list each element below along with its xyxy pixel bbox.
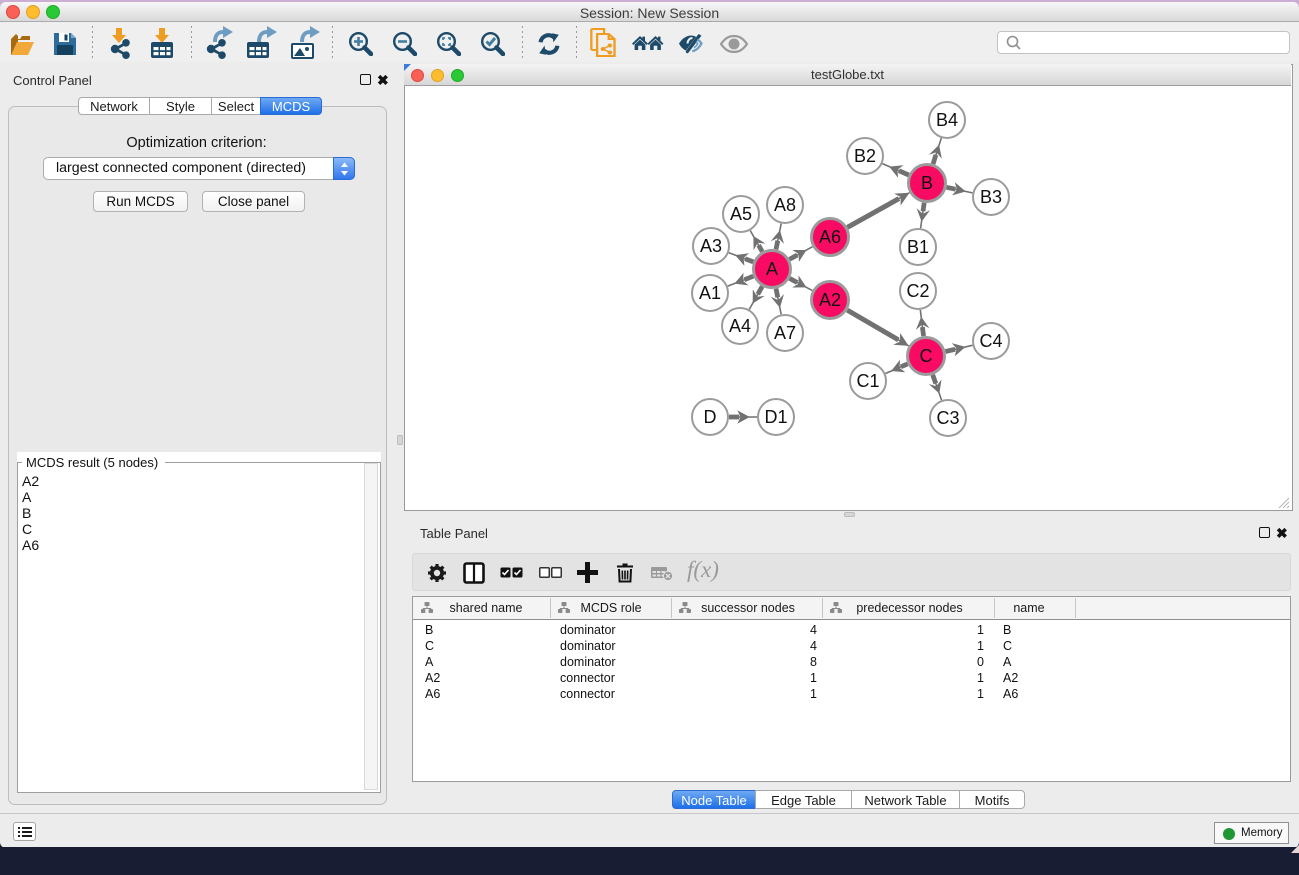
svg-text:D1: D1 [764, 407, 787, 427]
svg-text:C3: C3 [936, 408, 959, 428]
svg-text:A: A [766, 259, 778, 279]
svg-text:B2: B2 [854, 146, 876, 166]
svg-text:A2: A2 [819, 290, 841, 310]
svg-text:C1: C1 [856, 371, 879, 391]
svg-text:D: D [704, 407, 717, 427]
svg-text:B4: B4 [936, 110, 958, 130]
svg-text:A5: A5 [730, 204, 752, 224]
svg-text:A3: A3 [700, 236, 722, 256]
svg-text:C: C [920, 346, 933, 366]
svg-text:A6: A6 [819, 227, 841, 247]
svg-text:B1: B1 [907, 237, 929, 257]
svg-text:B3: B3 [980, 187, 1002, 207]
svg-text:B: B [921, 173, 933, 193]
svg-text:A8: A8 [774, 195, 796, 215]
svg-text:C2: C2 [906, 281, 929, 301]
svg-text:A4: A4 [729, 316, 751, 336]
svg-text:A1: A1 [699, 283, 721, 303]
svg-text:C4: C4 [979, 331, 1002, 351]
svg-text:A7: A7 [774, 323, 796, 343]
